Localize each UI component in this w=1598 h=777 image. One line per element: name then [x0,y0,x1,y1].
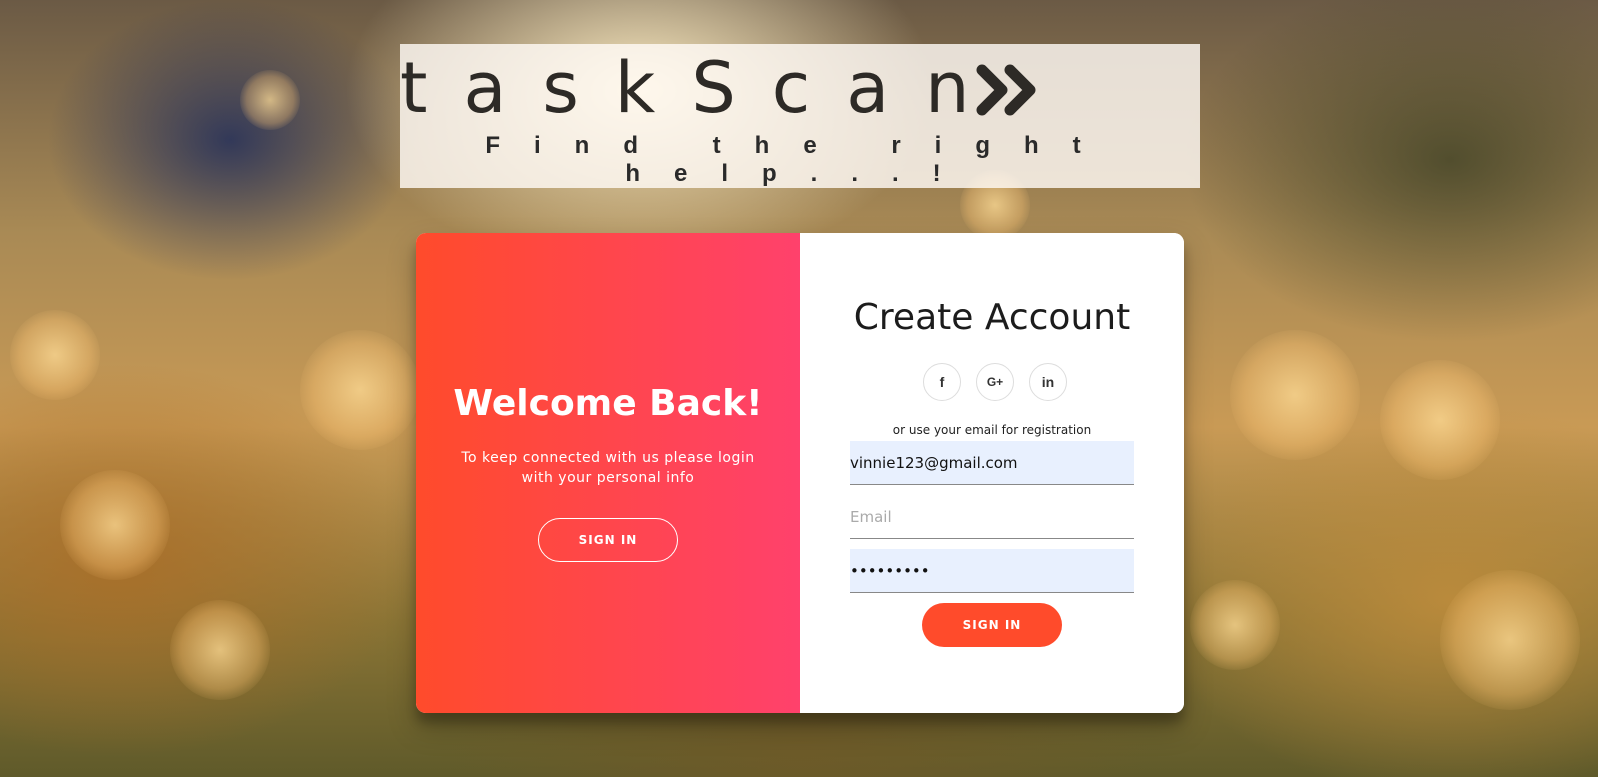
sign-in-button[interactable]: SIGN IN [922,603,1062,647]
logo-text: taskScan [400,47,1006,129]
linkedin-icon[interactable]: in [1029,363,1067,401]
double-chevron-right-icon [976,64,1036,116]
name-field[interactable] [850,441,1134,485]
registration-hint: or use your email for registration [892,423,1092,437]
sign-in-ghost-button[interactable]: SIGN IN [538,518,678,562]
tagline: Find the right help...! [485,132,1115,187]
facebook-icon[interactable]: f [923,363,961,401]
email-field[interactable] [850,495,1134,539]
google-plus-icon[interactable]: G+ [976,363,1014,401]
create-account-title: Create Account [853,297,1131,338]
welcome-title: Welcome Back! [453,383,763,424]
create-account-panel: Create Account f G+ in or use your email… [800,233,1184,713]
welcome-text: To keep connected with us please login w… [461,450,755,486]
welcome-panel: Welcome Back! To keep connected with us … [416,233,800,713]
auth-card: Welcome Back! To keep connected with us … [416,233,1184,713]
password-field[interactable] [850,549,1134,593]
